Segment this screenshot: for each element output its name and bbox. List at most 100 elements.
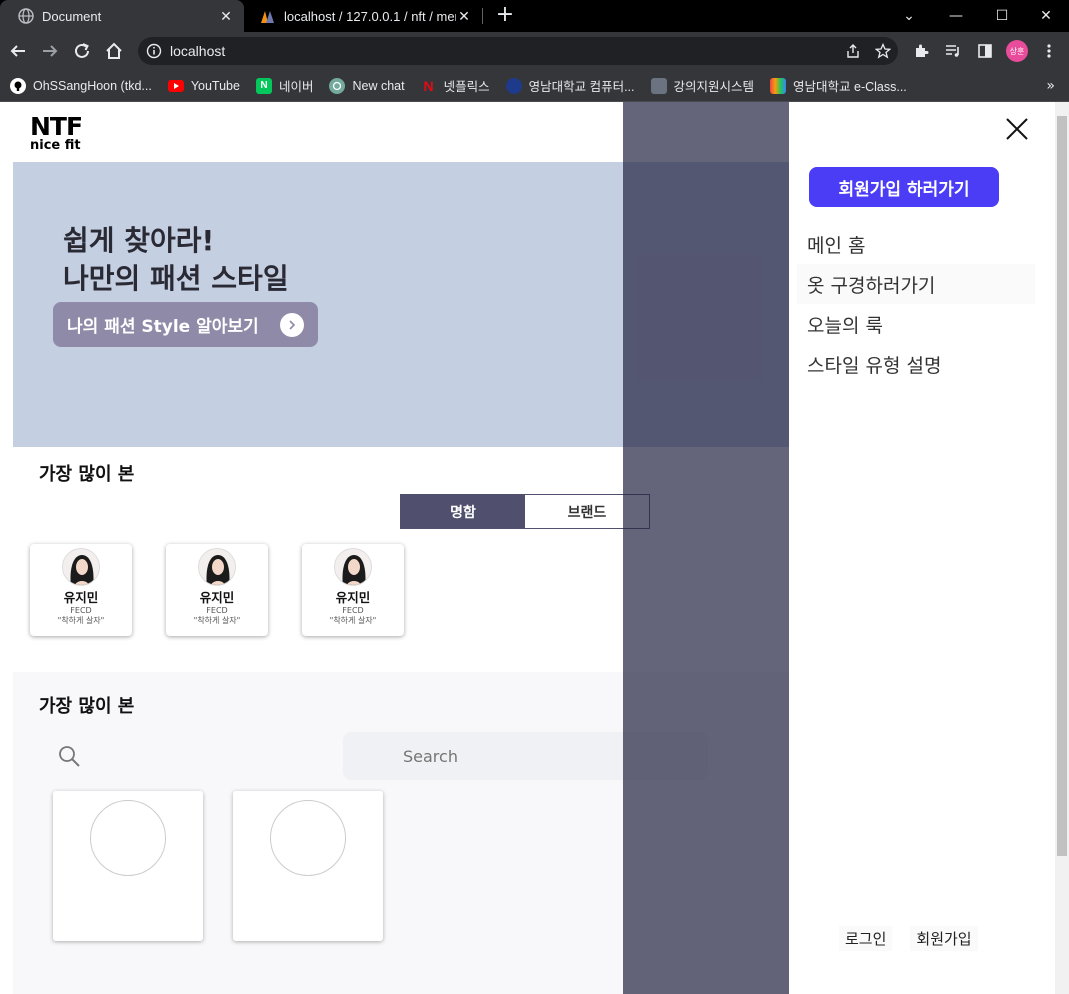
bookmark-netflix[interactable]: N 넷플릭스	[421, 76, 490, 95]
page-viewport: NTF nice fit 쉽게 찾아라! 나만의 패션 스타일 나의 패션 St…	[0, 102, 1055, 994]
netflix-icon: N	[423, 77, 434, 94]
site-info-icon[interactable]	[138, 43, 170, 59]
menu-item-home[interactable]: 메인 홈	[797, 224, 1035, 264]
signup-cta-button[interactable]: 회원가입 하러가기	[809, 167, 999, 207]
chatgpt-icon	[329, 77, 346, 94]
scrollbar-thumb[interactable]	[1057, 116, 1067, 856]
profile-photo	[198, 548, 236, 586]
profile-photo	[334, 548, 372, 586]
bookmark-star-icon[interactable]	[868, 43, 898, 59]
profile-photo	[62, 548, 100, 586]
card-code: FECD	[342, 606, 364, 615]
profile-card[interactable]: 유지민 FECD "착하게 살자"	[30, 544, 132, 636]
phpmyadmin-icon	[260, 8, 276, 24]
section-title: 가장 많이 본	[39, 464, 135, 485]
bookmark-label: 네이버	[278, 80, 314, 94]
reload-button[interactable]	[70, 39, 94, 63]
product-card[interactable]	[53, 791, 203, 941]
bookmark-label: 강의지원시스템	[673, 80, 755, 94]
toggle-business-card[interactable]: 명함	[401, 495, 525, 528]
bookmark-label: 영남대학교 컴퓨터...	[528, 80, 635, 94]
naver-icon: N	[255, 77, 272, 94]
profile-card[interactable]: 유지민 FECD "착하게 살자"	[302, 544, 404, 636]
bookmark-label: New chat	[352, 78, 405, 93]
tab-phpmyadmin[interactable]: localhost / 127.0.0.1 / nft / mem ✕	[252, 0, 480, 32]
bookmark-newchat[interactable]: New chat	[329, 77, 405, 94]
menu-kebab-icon[interactable]	[1037, 39, 1061, 63]
yu-icon	[505, 77, 522, 94]
tab-search-icon[interactable]: ⌄	[886, 0, 932, 32]
back-button[interactable]	[6, 39, 30, 63]
menu-item-todays-look[interactable]: 오늘의 룩	[797, 304, 1035, 344]
bookmark-naver[interactable]: N 네이버	[255, 76, 314, 95]
tab-title: localhost / 127.0.0.1 / nft / mem	[284, 8, 456, 24]
signup-link[interactable]: 회원가입	[910, 926, 978, 951]
bookmark-label: 영남대학교 e-Class...	[793, 80, 907, 94]
card-code: FECD	[206, 606, 228, 615]
maximize-button[interactable]: ☐	[979, 0, 1025, 32]
share-icon[interactable]	[838, 43, 868, 59]
close-icon[interactable]	[1004, 116, 1030, 142]
browser-toolbar: localhost 상훈	[0, 32, 1069, 70]
profile-avatar[interactable]: 상훈	[1005, 39, 1029, 63]
bookmark-label: YouTube	[190, 78, 240, 93]
side-drawer: 회원가입 하러가기 메인 홈 옷 구경하러가기 오늘의 룩 스타일 유형 설명 …	[789, 102, 1055, 994]
card-name: 유지민	[199, 590, 235, 605]
browser-tab-bar: Document ✕ localhost / 127.0.0.1 / nft /…	[0, 0, 1069, 32]
drawer-backdrop[interactable]	[623, 102, 789, 994]
bookmark-eclass[interactable]: 영남대학교 e-Class...	[770, 76, 907, 95]
address-bar[interactable]: localhost	[138, 37, 898, 65]
section-title: 가장 많이 본	[39, 696, 135, 717]
site-logo[interactable]: NTF nice fit	[30, 112, 83, 152]
eclass-icon	[770, 77, 787, 94]
globe-icon	[18, 8, 34, 24]
bookmark-lms[interactable]: 강의지원시스템	[650, 76, 755, 95]
card-quote: "착하게 살자"	[57, 616, 105, 625]
hero-title: 쉽게 찾아라! 나만의 패션 스타일	[63, 222, 289, 298]
card-name: 유지민	[335, 590, 371, 605]
close-tab-icon[interactable]: ✕	[218, 8, 234, 25]
product-card[interactable]	[233, 791, 383, 941]
fashion-style-button[interactable]: 나의 패션 Style 알아보기	[53, 302, 318, 347]
home-button[interactable]	[102, 39, 126, 63]
extensions-icon[interactable]	[909, 39, 933, 63]
fashion-style-button-label: 나의 패션 Style 알아보기	[67, 317, 259, 337]
profile-card[interactable]: 유지민 FECD "착하게 살자"	[166, 544, 268, 636]
more-bookmarks-icon[interactable]: »	[1046, 78, 1055, 94]
page-scrollbar[interactable]	[1055, 102, 1069, 994]
menu-item-style-types[interactable]: 스타일 유형 설명	[797, 344, 1035, 384]
close-window-button[interactable]: ✕	[1023, 0, 1069, 32]
bookmark-label: 넷플릭스	[443, 80, 490, 94]
forward-button[interactable]	[38, 39, 62, 63]
url-text: localhost	[170, 43, 226, 59]
login-link[interactable]: 로그인	[839, 926, 893, 951]
card-quote: "착하게 살자"	[193, 616, 241, 625]
card-code: FECD	[70, 606, 92, 615]
bookmark-label: OhSSangHoon (tkd...	[33, 78, 152, 93]
chevron-right-icon	[280, 313, 304, 337]
bookmark-github[interactable]: OhSSangHoon (tkd...	[10, 77, 152, 94]
bookmark-yu-cs[interactable]: 영남대학교 컴퓨터...	[505, 76, 635, 95]
logo-main: NTF	[30, 112, 83, 141]
search-icon[interactable]	[57, 744, 81, 772]
menu-item-browse-clothes[interactable]: 옷 구경하러가기	[797, 264, 1035, 304]
hero-line-1: 쉽게 찾아라!	[63, 224, 215, 257]
profile-initials: 상훈	[1006, 40, 1028, 62]
new-tab-button[interactable]: +	[494, 4, 516, 28]
media-queue-icon[interactable]	[941, 39, 965, 63]
tab-separator	[482, 8, 483, 24]
product-image-placeholder	[270, 800, 346, 876]
bookmark-youtube[interactable]: YouTube	[167, 78, 240, 93]
close-tab-icon[interactable]: ✕	[456, 8, 472, 25]
youtube-icon	[167, 79, 184, 92]
drawer-footer: 로그인 회원가입	[839, 926, 978, 951]
drawer-menu: 메인 홈 옷 구경하러가기 오늘의 룩 스타일 유형 설명	[797, 224, 1035, 384]
minimize-button[interactable]: —	[933, 0, 979, 32]
hero-line-2: 나만의 패션 스타일	[63, 262, 289, 295]
product-image-placeholder	[90, 800, 166, 876]
github-icon	[10, 77, 26, 94]
card-name: 유지민	[63, 590, 99, 605]
tab-document[interactable]: Document ✕	[0, 0, 244, 32]
category-toggle: 명함 브랜드	[400, 494, 650, 529]
side-panel-icon[interactable]	[973, 39, 997, 63]
